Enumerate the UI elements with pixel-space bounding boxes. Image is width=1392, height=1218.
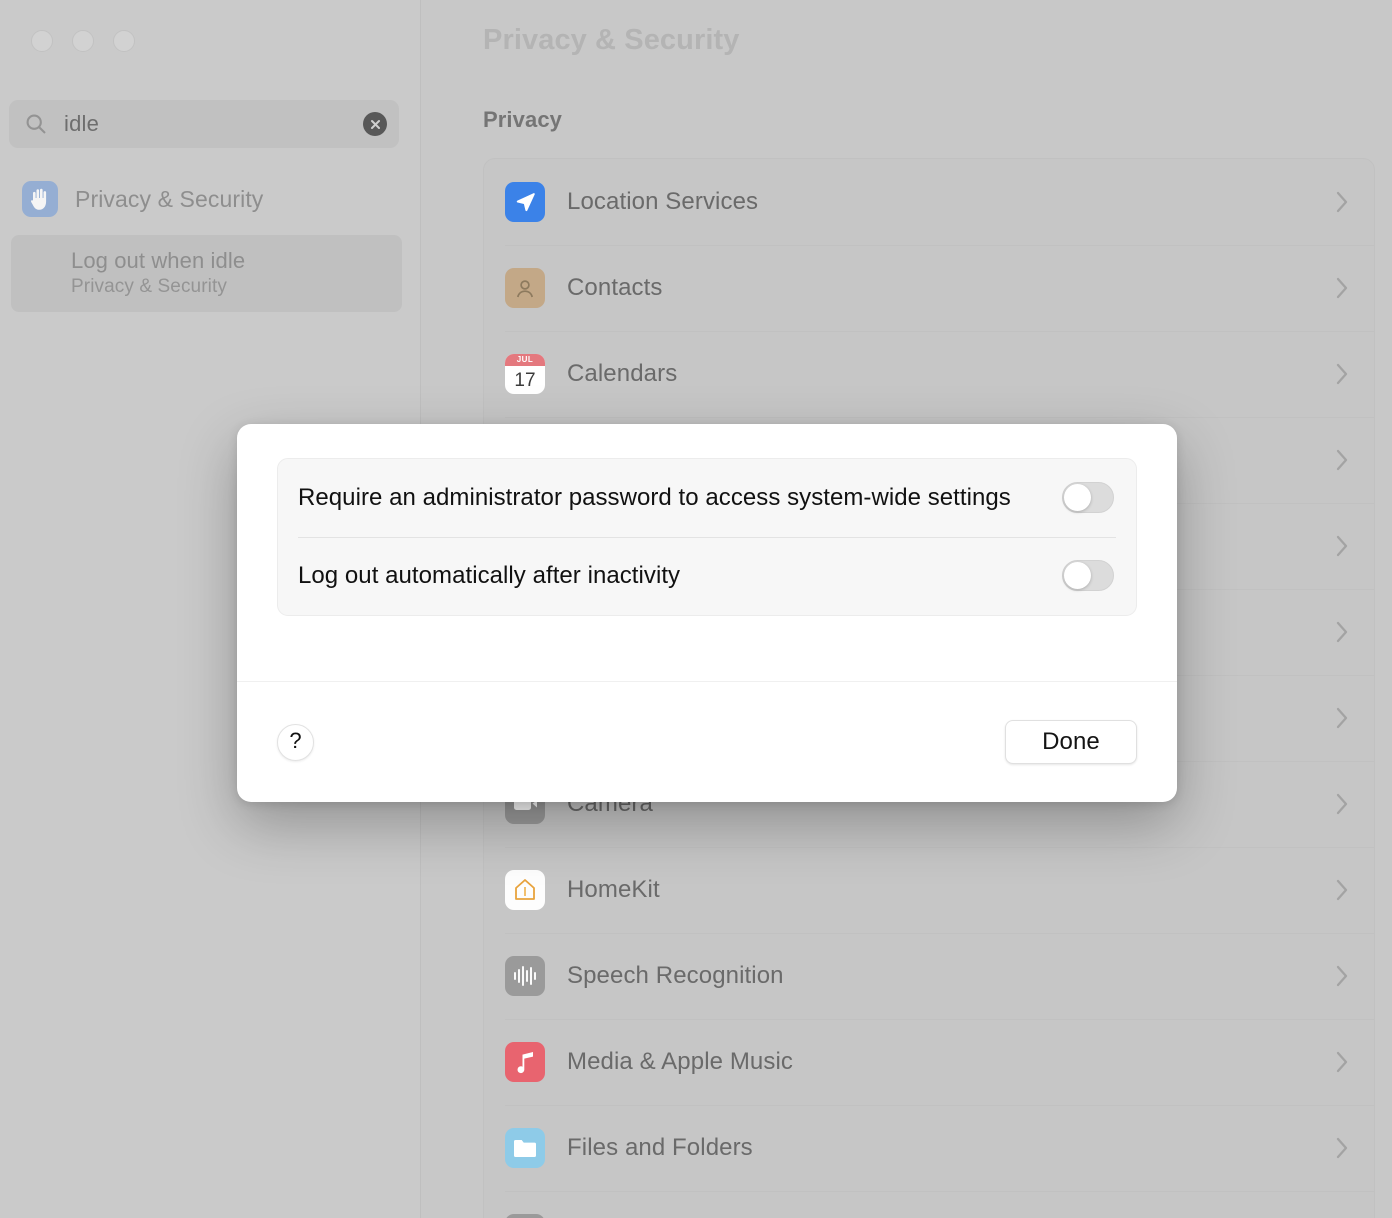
search-result-title: Log out when idle: [71, 248, 246, 273]
list-row-location-services[interactable]: Location Services: [484, 159, 1374, 245]
location-arrow-icon: [505, 182, 545, 222]
calendar-month-label: JUL: [505, 354, 545, 366]
toggle-knob: [1064, 484, 1091, 512]
chevron-right-icon: [1336, 793, 1349, 815]
list-row-label: Speech Recognition: [567, 962, 784, 989]
close-button[interactable]: [31, 30, 53, 52]
sheet-footer: ? Done: [237, 681, 1177, 802]
music-note-icon: [505, 1042, 545, 1082]
list-row-media-apple-music[interactable]: Media & Apple Music: [484, 1019, 1374, 1105]
settings-card: Require an administrator password to acc…: [277, 458, 1137, 616]
list-row-label: Media & Apple Music: [567, 1048, 794, 1075]
chevron-right-icon: [1336, 707, 1349, 729]
calendar-day-label: 17: [514, 369, 536, 391]
calendar-icon: JUL 17: [505, 354, 545, 394]
chevron-right-icon: [1336, 1051, 1349, 1073]
homekit-house-icon: [505, 870, 545, 910]
clear-search-icon[interactable]: [363, 112, 387, 136]
chevron-right-icon: [1336, 879, 1349, 901]
log-out-after-inactivity-toggle[interactable]: [1062, 560, 1114, 592]
chevron-right-icon: [1336, 1137, 1349, 1159]
list-row-speech-recognition[interactable]: Speech Recognition: [484, 933, 1374, 1019]
require-admin-password-toggle[interactable]: [1062, 482, 1114, 514]
search-result-group-label: Privacy & Security: [75, 185, 264, 212]
toggle-knob: [1064, 562, 1091, 590]
done-button[interactable]: Done: [1005, 720, 1137, 764]
list-row-label: Files and Folders: [567, 1134, 753, 1161]
chevron-right-icon: [1336, 449, 1349, 471]
search-result-group-header: Privacy & Security: [0, 176, 421, 222]
setting-label: Log out automatically after inactivity: [298, 561, 681, 589]
list-row-contacts[interactable]: Contacts: [484, 245, 1374, 331]
setting-label: Require an administrator password to acc…: [298, 484, 1011, 511]
setting-row-require-admin-password[interactable]: Require an administrator password to acc…: [278, 459, 1136, 537]
search-result-item-log-out-when-idle[interactable]: Log out when idle Privacy & Security: [11, 235, 402, 312]
window-traffic-lights: [31, 30, 135, 52]
contacts-person-icon: [505, 268, 545, 308]
minimize-button[interactable]: [72, 30, 94, 52]
chevron-right-icon: [1336, 191, 1349, 213]
setting-row-log-out-after-inactivity[interactable]: Log out automatically after inactivity: [278, 536, 1136, 615]
list-row-obscured[interactable]: [484, 1191, 1374, 1218]
section-heading: Privacy: [483, 107, 562, 132]
search-icon: [25, 113, 47, 135]
search-results: Privacy & Security Log out when idle Pri…: [0, 176, 421, 312]
waveform-icon: [505, 956, 545, 996]
list-row-files-and-folders[interactable]: Files and Folders: [484, 1105, 1374, 1191]
advanced-settings-sheet: Require an administrator password to acc…: [237, 424, 1177, 802]
list-row-label: Calendars: [567, 360, 678, 387]
page-title: Privacy & Security: [483, 24, 740, 56]
chevron-right-icon: [1336, 965, 1349, 987]
chevron-right-icon: [1336, 621, 1349, 643]
list-row-label: Contacts: [567, 274, 663, 301]
folder-icon: [505, 1128, 545, 1168]
help-button[interactable]: ?: [277, 723, 314, 761]
chevron-right-icon: [1336, 277, 1349, 299]
list-row-label: Location Services: [567, 188, 759, 215]
list-row-calendars[interactable]: JUL 17 Calendars: [484, 331, 1374, 417]
hand-raised-icon: [22, 181, 58, 217]
list-row-homekit[interactable]: HomeKit: [484, 847, 1374, 933]
chevron-right-icon: [1336, 535, 1349, 557]
zoom-button[interactable]: [113, 30, 135, 52]
search-field[interactable]: idle: [9, 100, 399, 148]
sheet-body: Require an administrator password to acc…: [237, 424, 1177, 681]
search-input-value[interactable]: idle: [64, 111, 363, 137]
list-row-label: HomeKit: [567, 876, 660, 903]
generic-app-icon: [505, 1214, 545, 1218]
search-result-subtitle: Privacy & Security: [71, 275, 227, 297]
chevron-right-icon: [1336, 363, 1349, 385]
